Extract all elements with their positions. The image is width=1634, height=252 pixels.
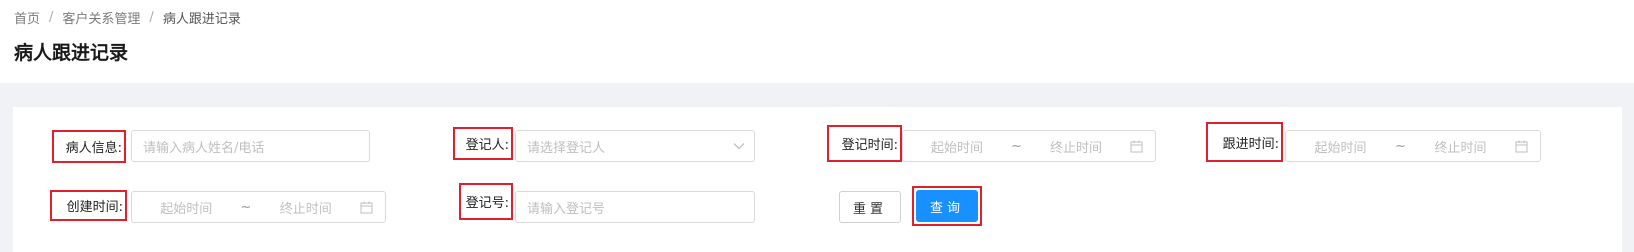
- calendar-icon: [360, 201, 373, 214]
- page-header: 首页 / 客户关系管理 / 病人跟进记录 病人跟进记录: [0, 0, 1634, 83]
- register-time-range-picker[interactable]: 起始时间 ~ 终止时间: [902, 130, 1156, 162]
- followup-time-start[interactable]: 起始时间: [1286, 137, 1395, 156]
- content-background: [0, 83, 1634, 107]
- breadcrumb-home[interactable]: 首页: [14, 8, 40, 27]
- content-background-right: [1622, 107, 1634, 252]
- breadcrumb: 首页 / 客户关系管理 / 病人跟进记录: [14, 8, 241, 27]
- register-no-label: 登记号:: [459, 183, 513, 220]
- filter-panel: [13, 107, 1622, 252]
- chevron-down-icon: [724, 142, 754, 150]
- create-time-start[interactable]: 起始时间: [132, 198, 241, 217]
- breadcrumb-separator: /: [49, 10, 54, 25]
- reset-button[interactable]: 重置: [839, 191, 901, 223]
- followup-time-range-picker[interactable]: 起始时间 ~ 终止时间: [1285, 130, 1541, 162]
- create-time-end[interactable]: 终止时间: [251, 198, 360, 217]
- register-time-end[interactable]: 终止时间: [1022, 137, 1130, 156]
- register-time-label: 登记时间:: [827, 125, 902, 162]
- calendar-icon: [1130, 140, 1143, 153]
- query-button[interactable]: 查询: [916, 190, 978, 222]
- create-time-range-picker[interactable]: 起始时间 ~ 终止时间: [131, 191, 386, 223]
- patient-info-label: 病人信息:: [52, 130, 126, 163]
- registrar-label: 登记人:: [453, 127, 513, 160]
- registrar-select[interactable]: 请选择登记人: [515, 130, 755, 162]
- followup-time-end[interactable]: 终止时间: [1406, 137, 1515, 156]
- breadcrumb-crm[interactable]: 客户关系管理: [62, 8, 140, 27]
- range-separator: ~: [240, 199, 252, 215]
- register-no-input[interactable]: 请输入登记号: [515, 191, 755, 223]
- breadcrumb-current: 病人跟进记录: [162, 12, 241, 27]
- range-separator: ~: [1395, 138, 1406, 154]
- registrar-placeholder: 请选择登记人: [527, 140, 606, 156]
- content-background-left: [0, 107, 13, 252]
- register-time-start[interactable]: 起始时间: [903, 137, 1011, 156]
- breadcrumb-separator: /: [149, 10, 154, 25]
- patient-info-placeholder: 请输入病人姓名/电话: [143, 140, 265, 156]
- page-title: 病人跟进记录: [14, 42, 129, 64]
- register-no-placeholder: 请输入登记号: [527, 201, 606, 217]
- followup-time-label: 跟进时间:: [1206, 122, 1283, 162]
- calendar-icon: [1515, 140, 1528, 153]
- create-time-label: 创建时间:: [50, 190, 127, 221]
- range-separator: ~: [1011, 138, 1022, 154]
- patient-info-input[interactable]: 请输入病人姓名/电话: [131, 130, 370, 162]
